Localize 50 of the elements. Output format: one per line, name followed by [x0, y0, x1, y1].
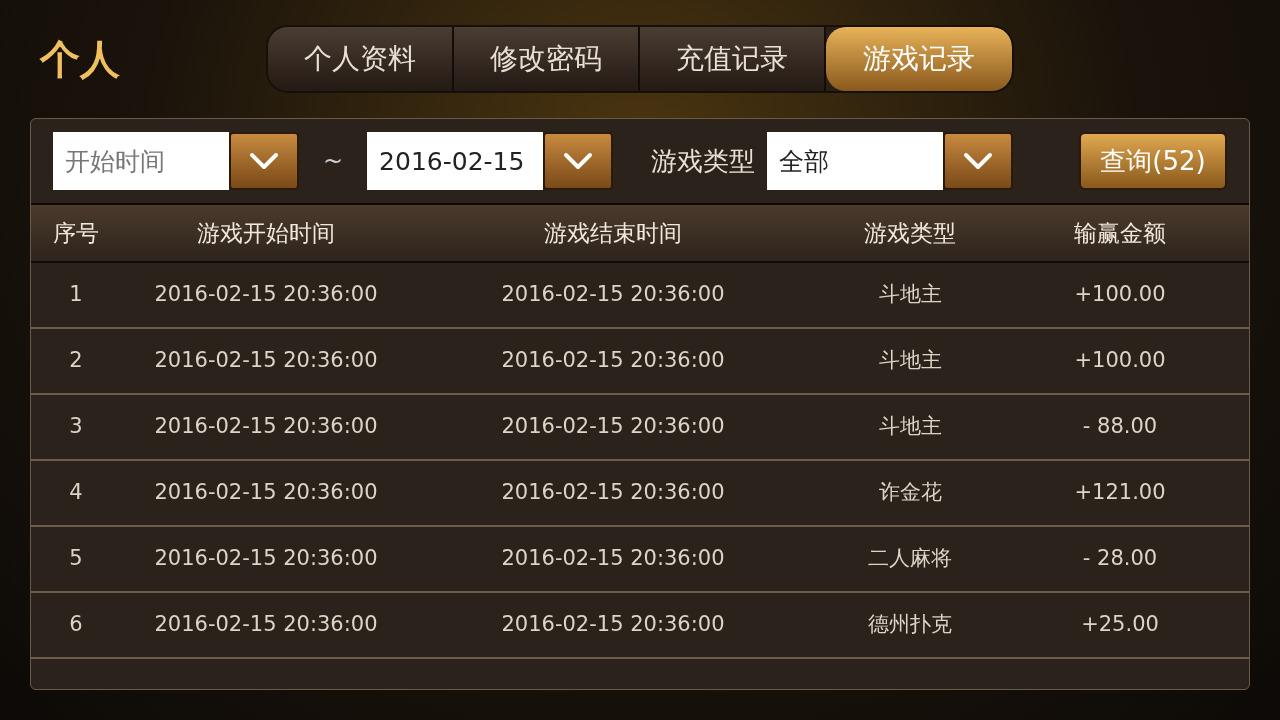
table-cell-text: 2	[68, 347, 84, 375]
table-cell-text: 德州扑克	[867, 611, 953, 639]
table-cell-text: 2016-02-15 20:36:00	[153, 347, 379, 375]
tab[interactable]: 个人资料	[268, 27, 454, 91]
column-header: 输赢金额	[1073, 218, 1167, 248]
table-cell-text: +100.00	[1073, 347, 1167, 375]
table-cell-text: 4	[68, 479, 84, 507]
table-cell-text: 2016-02-15 20:36:00	[500, 347, 726, 375]
table-cell-text: 2016-02-15 20:36:00	[500, 281, 726, 309]
table-cell-text: 5	[68, 545, 84, 573]
table-cell-text: +121.00	[1073, 479, 1167, 507]
column-header: 游戏结束时间	[543, 218, 683, 248]
table-cell-text: - 28.00	[1081, 545, 1159, 573]
tab[interactable]: 修改密码	[454, 27, 640, 91]
table-cell-text: 斗地主	[877, 347, 943, 375]
table-cell-text: 3	[68, 413, 84, 441]
table-cell-text: 诈金花	[877, 479, 943, 507]
chevron-down-icon	[963, 152, 994, 170]
game-type-label: 游戏类型	[651, 144, 756, 178]
game-type-field[interactable]: 全部	[767, 132, 944, 190]
table-cell-text: 2016-02-15 20:36:00	[500, 413, 726, 441]
column-header: 游戏开始时间	[196, 218, 336, 248]
column-header: 序号	[52, 218, 100, 248]
dropdown-button[interactable]	[543, 132, 614, 190]
table-cell-text: +100.00	[1073, 281, 1167, 309]
table-cell-text: 6	[68, 611, 84, 639]
table-cell-text: 二人麻将	[867, 545, 953, 573]
date-field[interactable]: 2016-02-15	[367, 132, 544, 190]
page-title: 个人	[40, 35, 121, 84]
table-cell-text: 2016-02-15 20:36:00	[153, 413, 379, 441]
table-cell-text: 2016-02-15 20:36:00	[153, 479, 379, 507]
tab[interactable]: 充值记录	[640, 27, 826, 91]
table-cell-text: 2016-02-15 20:36:00	[500, 611, 726, 639]
column-header: 游戏类型	[863, 218, 957, 248]
range-separator: ~	[323, 146, 344, 177]
table-cell-text: 2016-02-15 20:36:00	[153, 545, 379, 573]
table-cell-text: - 88.00	[1081, 413, 1159, 441]
chevron-down-icon	[249, 152, 279, 170]
dropdown-button[interactable]	[943, 132, 1014, 190]
table-cell-text: 2016-02-15 20:36:00	[500, 479, 726, 507]
date-field[interactable]: 开始时间	[53, 132, 229, 190]
chevron-down-icon	[563, 152, 594, 170]
table-cell-text: 2016-02-15 20:36:00	[153, 611, 379, 639]
dropdown-button[interactable]	[229, 132, 299, 190]
table-cell-text: +25.00	[1080, 611, 1160, 639]
table-cell-text: 2016-02-15 20:36:00	[153, 281, 379, 309]
table-cell-text: 1	[68, 281, 84, 309]
table-cell-text: 斗地主	[877, 413, 943, 441]
table-cell-text: 2016-02-15 20:36:00	[500, 545, 726, 573]
table-cell-text: 斗地主	[877, 281, 943, 309]
